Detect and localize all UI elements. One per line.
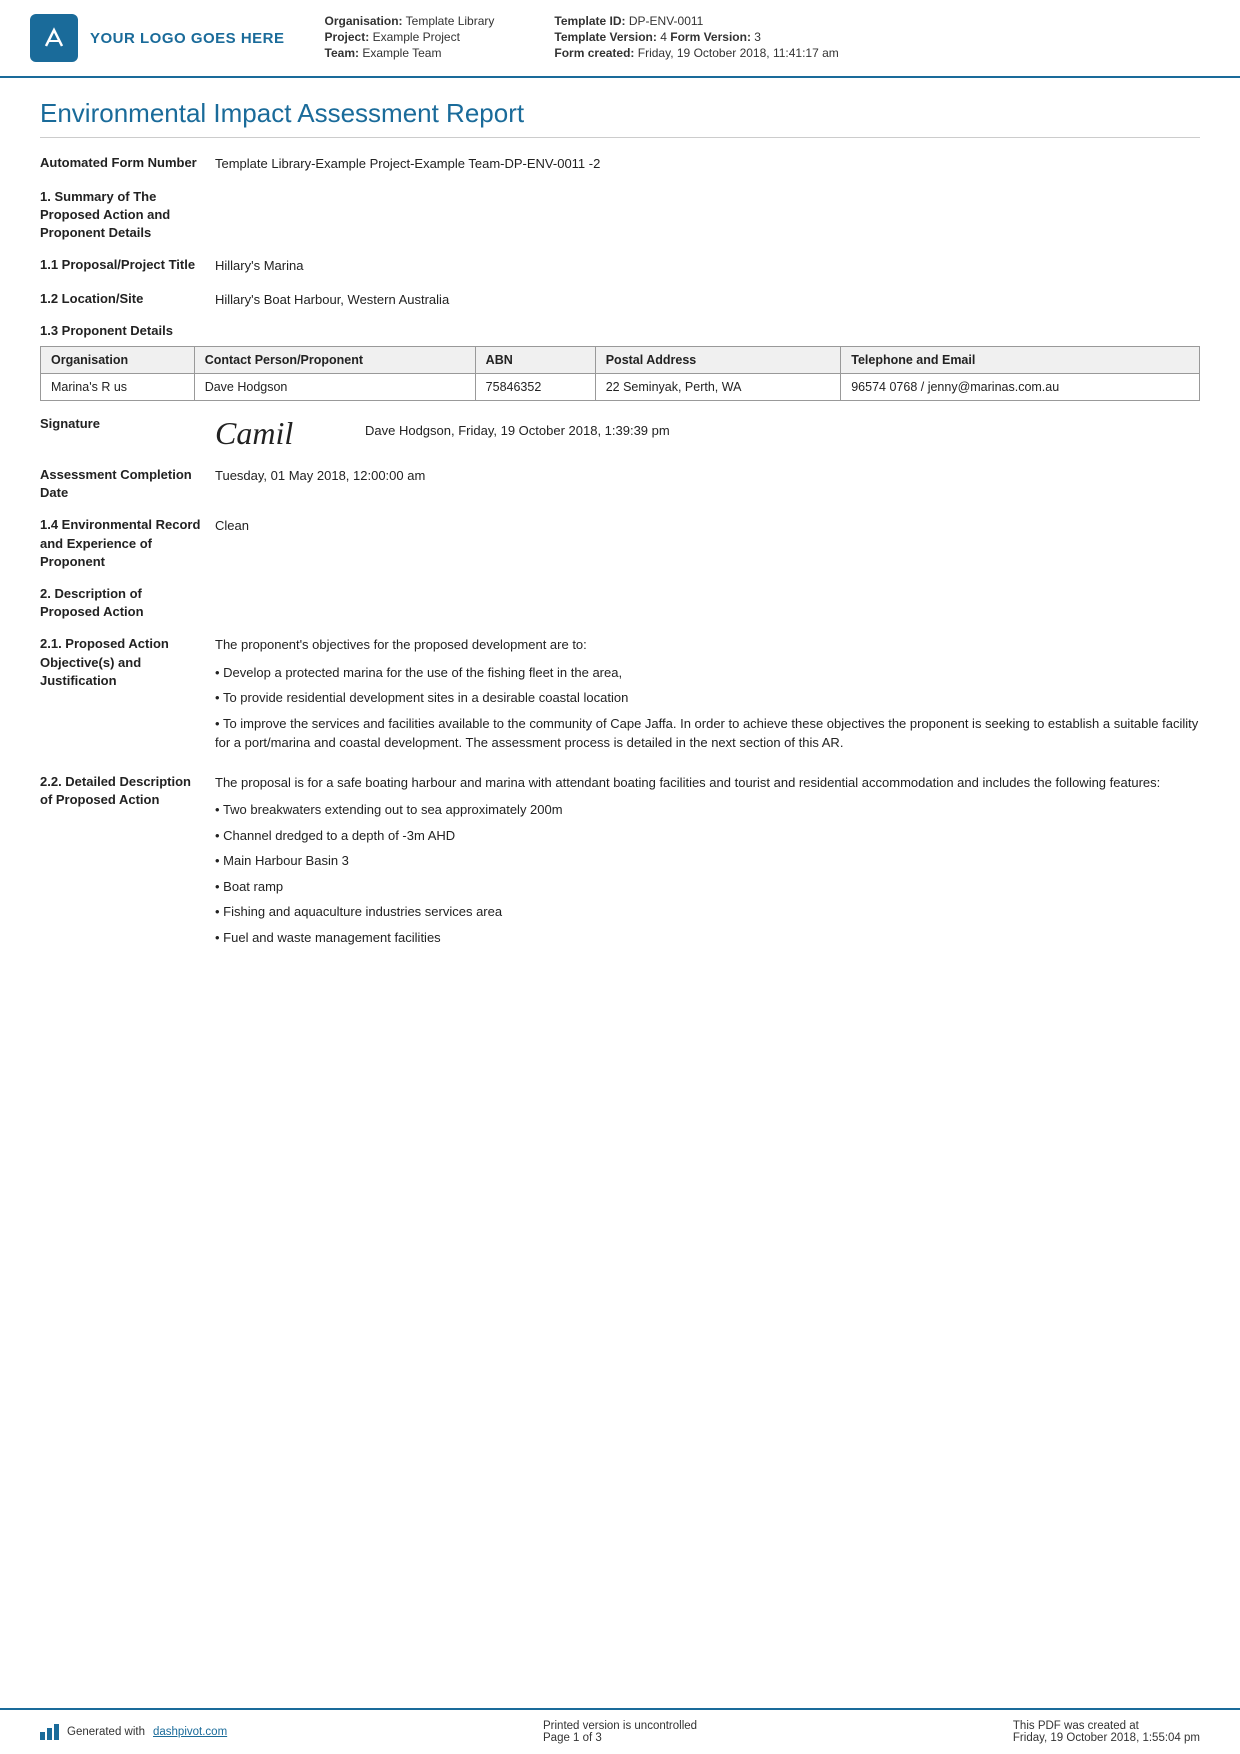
report-title: Environmental Impact Assessment Report [40,98,1200,138]
list-item: Fuel and waste management facilities [215,928,1200,948]
section2-2-label: 2.2. Detailed Description of Proposed Ac… [40,773,215,809]
bar3 [54,1724,59,1740]
bar1 [40,1732,45,1740]
header-meta-left: Organisation: Template Library Project: … [325,14,495,62]
page-footer: Generated with dashpivot.com Printed ver… [0,1708,1240,1754]
section2-2-bullets: Two breakwaters extending out to sea app… [215,800,1200,947]
section1-row: 1. Summary of The Proposed Action and Pr… [40,188,1200,243]
section2-label: 2. Description of Proposed Action [40,585,215,621]
section1-3-heading: 1.3 Proponent Details [40,323,1200,338]
page-header: YOUR LOGO GOES HERE Organisation: Templa… [0,0,1240,78]
logo-text: YOUR LOGO GOES HERE [90,30,285,47]
cell-telephone_email: 96574 0768 / jenny@marinas.com.au [841,374,1200,401]
assessment-completion-value: Tuesday, 01 May 2018, 12:00:00 am [215,466,1200,486]
header-meta-right: Template ID: DP-ENV-0011 Template Versio… [554,14,838,62]
team-line: Team: Example Team [325,46,495,60]
section2-2-content: The proposal is for a safe boating harbo… [215,773,1200,954]
bar2 [47,1728,52,1740]
signature-content: Camil Dave Hodgson, Friday, 19 October 2… [215,415,670,452]
project-line: Project: Example Project [325,30,495,44]
cell-postal_address: 22 Seminyak, Perth, WA [595,374,841,401]
organisation-line: Organisation: Template Library [325,14,495,28]
signature-text: Dave Hodgson, Friday, 19 October 2018, 1… [365,415,670,438]
section1-1-value: Hillary's Marina [215,256,1200,276]
automated-form-number-value: Template Library-Example Project-Example… [215,154,1200,174]
logo-icon [30,14,78,62]
footer-dashpivot-link[interactable]: dashpivot.com [153,1726,227,1738]
section1-4-label: 1.4 Environmental Record and Experience … [40,516,215,571]
list-item: Fishing and aquaculture industries servi… [215,902,1200,922]
footer-center: Printed version is uncontrolled Page 1 o… [543,1720,697,1744]
list-item: To improve the services and facilities a… [215,714,1200,753]
table-row: Marina's R usDave Hodgson7584635222 Semi… [41,374,1200,401]
signature-cursive: Camil [215,415,335,452]
col-abn: ABN [475,347,595,374]
section1-2-value: Hillary's Boat Harbour, Western Australi… [215,290,1200,310]
section2-1-content: The proponent's objectives for the propo… [215,635,1200,759]
proponent-table: Organisation Contact Person/Proponent AB… [40,346,1200,401]
col-telephone: Telephone and Email [841,347,1200,374]
list-item: To provide residential development sites… [215,688,1200,708]
footer-uncontrolled: Printed version is uncontrolled [543,1720,697,1732]
template-version-line: Template Version: 4 Form Version: 3 [554,30,838,44]
section1-4-row: 1.4 Environmental Record and Experience … [40,516,1200,571]
footer-page-number: Page 1 of 3 [543,1732,697,1744]
col-organisation: Organisation [41,347,195,374]
automated-form-number-row: Automated Form Number Template Library-E… [40,154,1200,174]
list-item: Channel dredged to a depth of -3m AHD [215,826,1200,846]
col-contact: Contact Person/Proponent [194,347,475,374]
header-metadata: Organisation: Template Library Project: … [285,14,1200,62]
template-id-line: Template ID: DP-ENV-0011 [554,14,838,28]
section2-row: 2. Description of Proposed Action [40,585,1200,621]
list-item: Develop a protected marina for the use o… [215,663,1200,683]
list-item: Two breakwaters extending out to sea app… [215,800,1200,820]
signature-label: Signature [40,415,215,433]
cell-contact: Dave Hodgson [194,374,475,401]
section1-1-row: 1.1 Proposal/Project Title Hillary's Mar… [40,256,1200,276]
logo-area: YOUR LOGO GOES HERE [30,14,285,62]
section1-label: 1. Summary of The Proposed Action and Pr… [40,188,215,243]
table-header-row: Organisation Contact Person/Proponent AB… [41,347,1200,374]
main-content: Environmental Impact Assessment Report A… [0,78,1240,1708]
col-postal: Postal Address [595,347,841,374]
footer-pdf-created: This PDF was created at [1013,1720,1200,1732]
automated-form-number-label: Automated Form Number [40,154,215,172]
section1-1-label: 1.1 Proposal/Project Title [40,256,215,274]
section1-3-block: 1.3 Proponent Details Organisation Conta… [40,323,1200,401]
footer-left: Generated with dashpivot.com [40,1724,227,1740]
footer-generated-text: Generated with [67,1726,145,1738]
section2-1-row: 2.1. Proposed Action Objective(s) and Ju… [40,635,1200,759]
section2-1-intro: The proponent's objectives for the propo… [215,635,1200,655]
section1-2-label: 1.2 Location/Site [40,290,215,308]
section2-1-bullets: Develop a protected marina for the use o… [215,663,1200,753]
section2-1-label: 2.1. Proposed Action Objective(s) and Ju… [40,635,215,690]
footer-bars-icon [40,1724,59,1740]
section2-2-intro: The proposal is for a safe boating harbo… [215,773,1200,793]
list-item: Main Harbour Basin 3 [215,851,1200,871]
assessment-completion-label: Assessment Completion Date [40,466,215,502]
cell-organisation: Marina's R us [41,374,195,401]
section2-2-row: 2.2. Detailed Description of Proposed Ac… [40,773,1200,954]
list-item: Boat ramp [215,877,1200,897]
cell-abn: 75846352 [475,374,595,401]
assessment-completion-row: Assessment Completion Date Tuesday, 01 M… [40,466,1200,502]
section1-4-value: Clean [215,516,1200,536]
footer-right: This PDF was created at Friday, 19 Octob… [1013,1720,1200,1744]
form-created-line: Form created: Friday, 19 October 2018, 1… [554,46,838,60]
footer-pdf-date: Friday, 19 October 2018, 1:55:04 pm [1013,1732,1200,1744]
signature-row: Signature Camil Dave Hodgson, Friday, 19… [40,415,1200,452]
section1-2-row: 1.2 Location/Site Hillary's Boat Harbour… [40,290,1200,310]
